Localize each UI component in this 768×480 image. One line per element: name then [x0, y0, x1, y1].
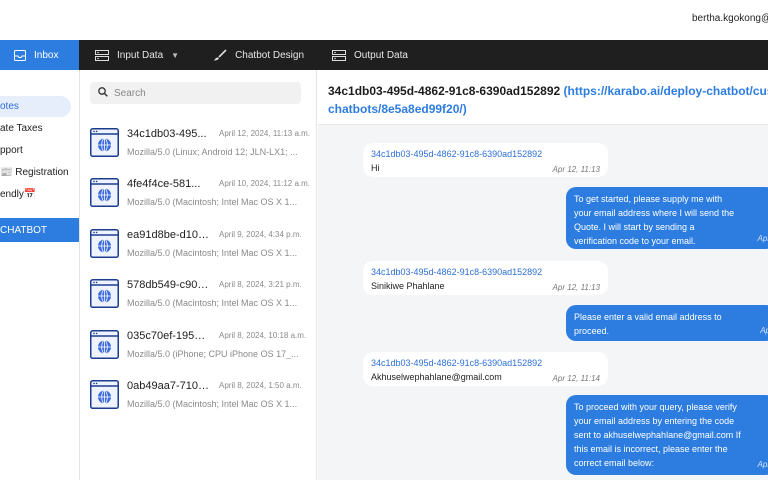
- sidebar-item-registration[interactable]: 📰 Registration: [0, 162, 79, 183]
- chat-title-link-continued[interactable]: chatbots/8e5a8ed99f20/): [328, 102, 467, 116]
- conversation-id: 035c70ef-1953...: [127, 330, 209, 342]
- outgoing-message: To proceed with your query, please verif…: [566, 395, 768, 475]
- message-line: To proceed with your query, please verif…: [574, 402, 737, 412]
- conversation-user-agent: Mozilla/5.0 (Macintosh; Intel Mac OS X 1…: [127, 298, 298, 308]
- message-line: proceed.: [574, 326, 610, 336]
- tab-input-data[interactable]: Input Data ▼: [85, 40, 189, 70]
- tab-chatbot-design-label: Chatbot Design: [235, 49, 305, 61]
- incoming-message: 34c1db03-495d-4862-91c8-6390ad152892 Hi …: [363, 143, 608, 177]
- search-box[interactable]: [90, 82, 301, 104]
- conversation-id: ea91d8be-d102-...: [127, 229, 209, 241]
- search-icon: [98, 84, 108, 102]
- conversation-item[interactable]: 0ab49aa7-7100-... April 8, 2024, 1:50 a.…: [90, 378, 315, 418]
- tab-inbox-label: Inbox: [34, 49, 59, 61]
- brush-icon: [213, 49, 227, 61]
- conversation-user-agent: Mozilla/5.0 (Macintosh; Intel Mac OS X 1…: [127, 399, 298, 409]
- message-time: Apr 12, 11:14: [552, 374, 600, 383]
- browser-globe-icon: [90, 330, 119, 359]
- message-sender: 34c1db03-495d-4862-91c8-6390ad152892: [371, 267, 543, 277]
- conversation-id: 4fe4f4ce-581...: [127, 178, 201, 190]
- tab-output-data[interactable]: Output Data: [322, 40, 418, 70]
- message-line: verification code to your email.: [574, 236, 696, 246]
- sidebar-item-taxes[interactable]: ate Taxes: [0, 118, 79, 139]
- sidebar-chatbot-button[interactable]: CHATBOT: [0, 218, 79, 242]
- message-text: Hi: [371, 163, 380, 173]
- tab-inbox[interactable]: Inbox: [0, 40, 79, 70]
- outgoing-message: To get started, please supply me with yo…: [566, 187, 768, 249]
- message-time: Apr: [757, 460, 768, 469]
- tab-output-data-label: Output Data: [354, 49, 408, 61]
- tab-chatbot-design[interactable]: Chatbot Design: [203, 40, 314, 70]
- tab-input-data-label: Input Data: [117, 49, 164, 61]
- message-text: Sinikiwe Phahlane: [371, 281, 445, 291]
- incoming-message: 34c1db03-495d-4862-91c8-6390ad152892 Sin…: [363, 261, 608, 295]
- browser-globe-icon: [90, 128, 119, 157]
- browser-globe-icon: [90, 178, 119, 207]
- message-time: Apr 12, 11:13: [552, 283, 600, 292]
- conversation-user-agent: Mozilla/5.0 (iPhone; CPU iPhone OS 17_..…: [127, 349, 299, 359]
- message-line: correct email below:: [574, 458, 655, 468]
- conversation-user-agent: Mozilla/5.0 (Linux; Android 12; JLN-LX1;…: [127, 147, 298, 157]
- conversation-item[interactable]: 578db549-c902... April 8, 2024, 3:21 p.m…: [90, 277, 315, 317]
- chat-title: 34c1db03-495d-4862-91c8-6390ad152892 (ht…: [318, 70, 768, 125]
- conversation-item[interactable]: ea91d8be-d102-... April 9, 2024, 4:34 p.…: [90, 227, 315, 267]
- conversation-user-agent: Mozilla/5.0 (Macintosh; Intel Mac OS X 1…: [127, 248, 298, 258]
- conversation-date: April 8, 2024, 10:18 a.m.: [219, 331, 307, 340]
- outgoing-message: Please enter a valid email address to pr…: [566, 305, 768, 341]
- conversation-date: April 9, 2024, 4:34 p.m.: [219, 230, 302, 239]
- message-line: Please enter a valid email address to: [574, 312, 722, 322]
- conversation-id: 34c1db03-495...: [127, 128, 207, 140]
- browser-globe-icon: [90, 229, 119, 258]
- message-time: Apr: [757, 234, 768, 243]
- message-line: your email address by entering the code: [574, 416, 735, 426]
- chevron-down-icon: ▼: [171, 50, 180, 60]
- server-icon: [332, 49, 347, 61]
- sidebar-item-calendly[interactable]: endly📅: [0, 184, 79, 205]
- message-line: To get started, please supply me with: [574, 194, 723, 204]
- conversation-id: 578db549-c902...: [127, 279, 209, 291]
- message-time: Apr 12, 11:13: [552, 165, 600, 174]
- conversation-date: April 8, 2024, 1:50 a.m.: [219, 381, 302, 390]
- main-nav: Inbox Input Data ▼ Chatbot Design Output…: [0, 40, 768, 70]
- chat-panel: 34c1db03-495d-4862-91c8-6390ad152892 (ht…: [318, 70, 768, 480]
- search-input[interactable]: [114, 87, 294, 99]
- message-sender: 34c1db03-495d-4862-91c8-6390ad152892: [371, 149, 543, 159]
- server-icon: [95, 49, 109, 61]
- sidebar-item-quotes[interactable]: otes: [0, 96, 71, 117]
- message-thread: 34c1db03-495d-4862-91c8-6390ad152892 Hi …: [318, 125, 768, 480]
- inbox-icon: [14, 49, 26, 61]
- browser-globe-icon: [90, 380, 119, 409]
- conversation-item[interactable]: 4fe4f4ce-581... April 10, 2024, 11:12 a.…: [90, 176, 315, 216]
- chat-title-link[interactable]: (https://karabo.ai/deploy-chatbot/custon: [564, 84, 768, 98]
- conversation-list: 34c1db03-495... April 12, 2024, 11:13 a.…: [80, 70, 317, 480]
- incoming-message: 34c1db03-495d-4862-91c8-6390ad152892 Akh…: [363, 352, 608, 386]
- sidebar-item-support[interactable]: pport: [0, 140, 79, 161]
- sidebar: otes ate Taxes pport 📰 Registration endl…: [0, 70, 80, 480]
- conversation-date: April 10, 2024, 11:12 a.m.: [219, 179, 311, 188]
- conversation-id: 0ab49aa7-7100-...: [127, 380, 209, 392]
- conversation-date: April 12, 2024, 11:13 a.m.: [219, 129, 311, 138]
- chat-title-id: 34c1db03-495d-4862-91c8-6390ad152892: [328, 84, 561, 98]
- conversation-item[interactable]: 035c70ef-1953... April 8, 2024, 10:18 a.…: [90, 328, 315, 368]
- message-line: Quote. I will start by sending a: [574, 222, 695, 232]
- message-time: Ap: [760, 326, 768, 335]
- user-email[interactable]: bertha.kgokong@t: [692, 13, 768, 24]
- conversation-item[interactable]: 34c1db03-495... April 12, 2024, 11:13 a.…: [90, 126, 315, 166]
- message-line: your email address where I will send the: [574, 208, 735, 218]
- browser-globe-icon: [90, 279, 119, 308]
- message-line: sent to akhuselwephahlane@gmail.com If: [574, 430, 741, 440]
- message-text: Akhuselwephahlane@gmail.com: [371, 372, 502, 382]
- top-bar: bertha.kgokong@t: [0, 0, 768, 40]
- message-sender: 34c1db03-495d-4862-91c8-6390ad152892: [371, 358, 543, 368]
- conversation-user-agent: Mozilla/5.0 (Macintosh; Intel Mac OS X 1…: [127, 197, 298, 207]
- message-line: this email is incorrect, please enter th…: [574, 444, 728, 454]
- conversation-date: April 8, 2024, 3:21 p.m.: [219, 280, 302, 289]
